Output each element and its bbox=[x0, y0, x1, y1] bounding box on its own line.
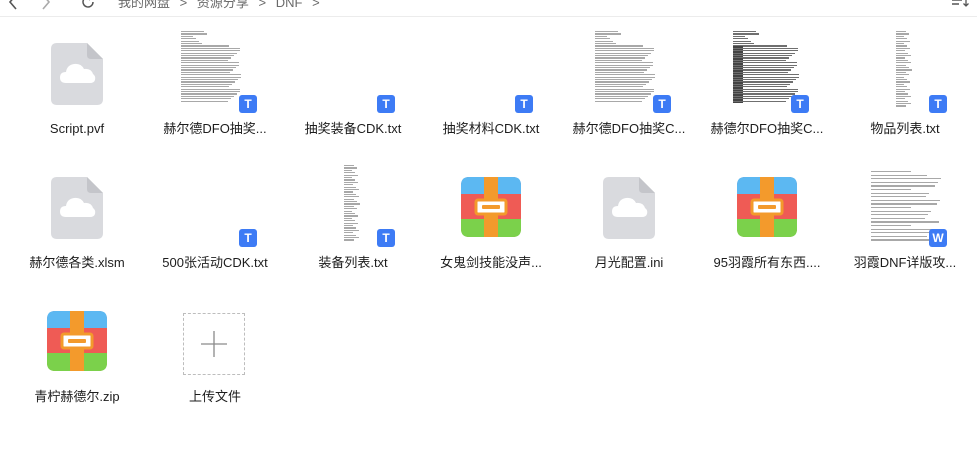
text-file-icon: T bbox=[560, 26, 698, 122]
file-item[interactable]: T 物品列表.txt bbox=[836, 22, 974, 150]
file-name: 赫尔德DFO抽奖C... bbox=[572, 121, 686, 136]
text-badge-icon: T bbox=[377, 95, 395, 113]
text-file-icon: T bbox=[284, 160, 422, 256]
cloud-file-icon bbox=[8, 160, 146, 256]
file-item[interactable]: 青柠赫德尔.zip bbox=[8, 290, 146, 418]
breadcrumb-separator: > bbox=[179, 0, 188, 10]
file-name: 物品列表.txt bbox=[870, 121, 940, 136]
file-name: 月光配置.ini bbox=[594, 255, 664, 270]
file-item[interactable]: 95羽霞所有东西.... bbox=[698, 156, 836, 284]
zip-icon bbox=[422, 160, 560, 256]
file-item[interactable]: T 抽奖装备CDK.txt bbox=[284, 22, 422, 150]
file-item[interactable]: 赫尔德各类.xlsm bbox=[8, 156, 146, 284]
text-badge-icon: T bbox=[929, 95, 947, 113]
file-item[interactable]: 月光配置.ini bbox=[560, 156, 698, 284]
text-badge-icon: T bbox=[239, 229, 257, 247]
file-item[interactable]: Script.pvf bbox=[8, 22, 146, 150]
word-file-icon: W bbox=[836, 160, 974, 256]
file-name: 赫德尔DFO抽奖C... bbox=[710, 121, 824, 136]
file-item[interactable]: W 羽霞DNF详版攻... bbox=[836, 156, 974, 284]
breadcrumb-item[interactable]: 我的网盘 bbox=[118, 0, 170, 10]
breadcrumb: 我的网盘 > 资源分享 > DNF > bbox=[118, 0, 326, 11]
text-file-icon: T bbox=[836, 26, 974, 122]
text-badge-icon: T bbox=[791, 95, 809, 113]
file-name: 抽奖装备CDK.txt bbox=[304, 121, 402, 136]
text-badge-icon: T bbox=[239, 95, 257, 113]
text-file-icon: T bbox=[422, 26, 560, 122]
cloud-file-icon bbox=[560, 160, 698, 256]
plus-icon bbox=[146, 294, 284, 390]
back-icon[interactable] bbox=[6, 0, 22, 10]
word-badge-icon: W bbox=[929, 229, 947, 247]
zip-icon bbox=[698, 160, 836, 256]
file-item[interactable]: T 赫德尔DFO抽奖C... bbox=[698, 22, 836, 150]
text-badge-icon: T bbox=[653, 95, 671, 113]
text-file-icon: T bbox=[698, 26, 836, 122]
file-item[interactable]: T 装备列表.txt bbox=[284, 156, 422, 284]
upload-button[interactable]: 上传文件 bbox=[146, 290, 284, 418]
sort-icon[interactable] bbox=[950, 0, 970, 10]
breadcrumb-separator: > bbox=[258, 0, 267, 10]
file-name: 上传文件 bbox=[188, 389, 241, 404]
zip-icon bbox=[8, 294, 146, 390]
file-name: 赫尔德DFO抽奖... bbox=[163, 121, 267, 136]
breadcrumb-item[interactable]: 资源分享 bbox=[197, 0, 249, 10]
text-file-icon: T bbox=[284, 26, 422, 122]
file-item[interactable]: T 赫尔德DFO抽奖... bbox=[146, 22, 284, 150]
refresh-icon[interactable] bbox=[80, 0, 96, 10]
file-name: 95羽霞所有东西.... bbox=[713, 255, 821, 270]
text-file-icon: T bbox=[146, 160, 284, 256]
cloud-file-icon bbox=[8, 26, 146, 122]
text-badge-icon: T bbox=[515, 95, 533, 113]
breadcrumb-separator: > bbox=[312, 0, 320, 10]
file-name: 青柠赫德尔.zip bbox=[34, 389, 120, 404]
file-name: 赫尔德各类.xlsm bbox=[29, 255, 125, 270]
file-item[interactable]: 女鬼剑技能没声... bbox=[422, 156, 560, 284]
file-name: 女鬼剑技能没声... bbox=[440, 255, 542, 270]
file-item[interactable]: T 赫尔德DFO抽奖C... bbox=[560, 22, 698, 150]
file-item[interactable]: T 500张活动CDK.txt bbox=[146, 156, 284, 284]
forward-icon[interactable] bbox=[38, 0, 54, 10]
file-name: 500张活动CDK.txt bbox=[162, 255, 268, 270]
file-item[interactable]: T 抽奖材料CDK.txt bbox=[422, 22, 560, 150]
file-name: Script.pvf bbox=[49, 121, 105, 136]
breadcrumb-item[interactable]: DNF bbox=[276, 0, 303, 10]
toolbar: 我的网盘 > 资源分享 > DNF > bbox=[0, 0, 977, 17]
file-name: 抽奖材料CDK.txt bbox=[442, 121, 540, 136]
file-name: 羽霞DNF详版攻... bbox=[853, 255, 957, 270]
file-name: 装备列表.txt bbox=[318, 255, 388, 270]
text-file-icon: T bbox=[146, 26, 284, 122]
text-badge-icon: T bbox=[377, 229, 395, 247]
